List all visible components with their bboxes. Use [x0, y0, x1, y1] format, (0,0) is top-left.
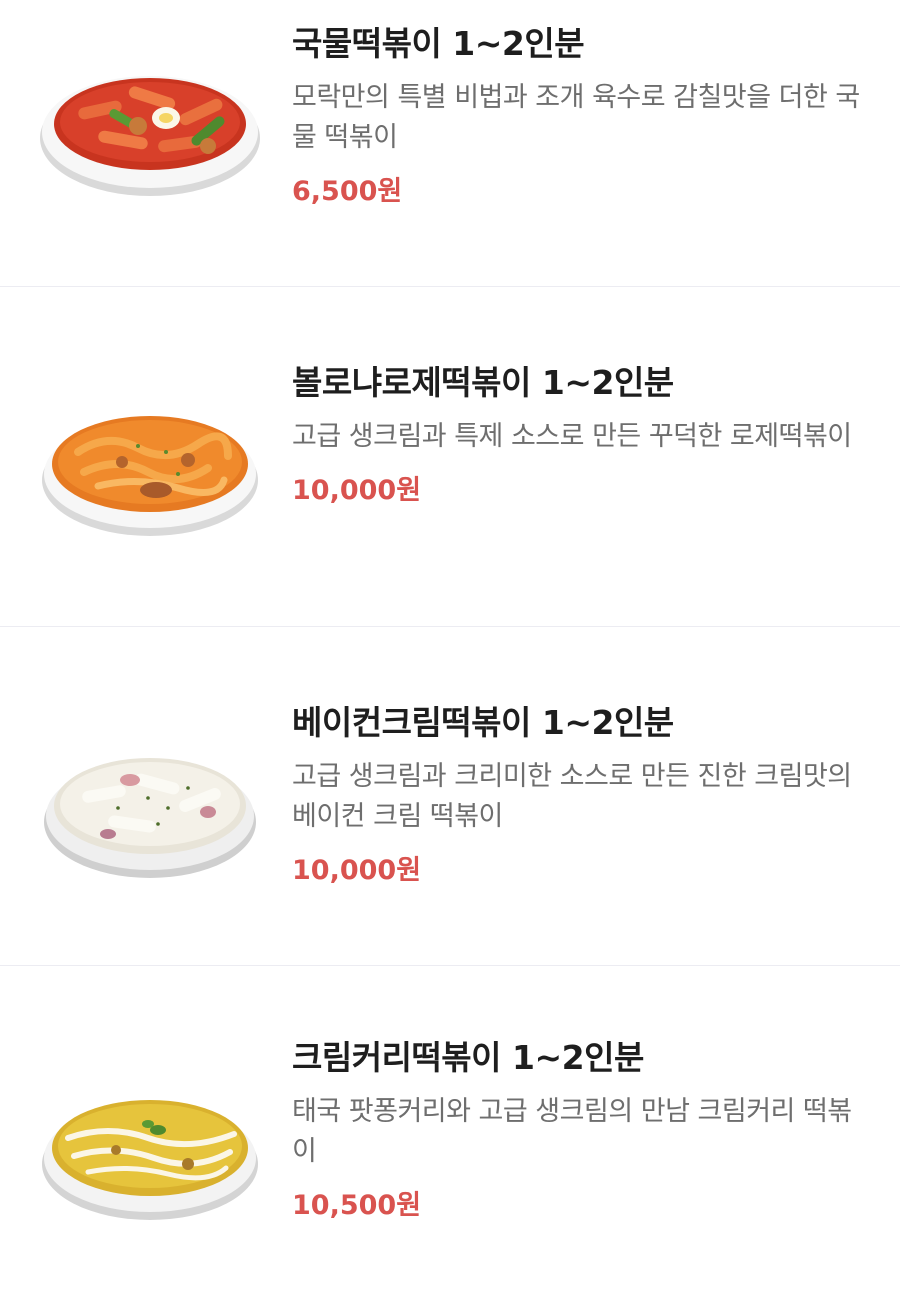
menu-item-description: 고급 생크림과 특제 소스로 만든 꾸덕한 로제떡볶이 — [292, 421, 852, 452]
menu-item-info: 베이컨크림떡볶이 1~2인분 고급 생크림과 크리미한 소스로 만든 진한 크림… — [292, 701, 864, 891]
menu-item-price: 6,500원 — [292, 176, 403, 207]
menu-item-description: 태국 팟퐁커리와 고급 생크림의 만남 크림커리 떡볶이 — [292, 1096, 852, 1167]
menu-item-description: 모락만의 특별 비법과 조개 육수로 감칠맛을 더한 국물 떡볶이 — [292, 82, 860, 153]
menu-item-price: 10,000원 — [292, 855, 422, 886]
bacon-cream-tteokbokki-image — [38, 722, 262, 882]
menu-item-name: 볼로냐로제떡볶이 1~2인분 — [292, 363, 674, 402]
menu-item-cream-curry-tteokbokki[interactable]: 크림커리떡볶이 1~2인분 태국 팟퐁커리와 고급 생크림의 만남 크림커리 떡… — [0, 966, 900, 1304]
menu-item-price: 10,500원 — [292, 1190, 422, 1221]
menu-item-bacon-cream-tteokbokki[interactable]: 베이컨크림떡볶이 1~2인분 고급 생크림과 크리미한 소스로 만든 진한 크림… — [0, 627, 900, 965]
menu-item-name: 베이컨크림떡볶이 1~2인분 — [292, 703, 674, 742]
cream-curry-tteokbokki-image — [38, 1064, 262, 1224]
rose-tteokbokki-image — [38, 382, 262, 542]
menu-list: 국물떡볶이 1~2인분 모락만의 특별 비법과 조개 육수로 감칠맛을 더한 국… — [0, 0, 900, 1254]
menu-item-name: 국물떡볶이 1~2인분 — [292, 24, 585, 63]
menu-item-description: 고급 생크림과 크리미한 소스로 만든 진한 크림맛의 베이컨 크림 떡볶이 — [292, 761, 852, 832]
spicy-soup-tteokbokki-image — [38, 42, 262, 202]
menu-item-info: 국물떡볶이 1~2인분 모락만의 특별 비법과 조개 육수로 감칠맛을 더한 국… — [292, 22, 864, 212]
menu-item-info: 볼로냐로제떡볶이 1~2인분 고급 생크림과 특제 소스로 만든 꾸덕한 로제떡… — [292, 361, 864, 511]
menu-item-name: 크림커리떡볶이 1~2인분 — [292, 1038, 644, 1077]
menu-item-info: 크림커리떡볶이 1~2인분 태국 팟퐁커리와 고급 생크림의 만남 크림커리 떡… — [292, 1036, 864, 1226]
menu-item-price: 10,000원 — [292, 475, 422, 506]
menu-item-rose-tteokbokki[interactable]: 볼로냐로제떡볶이 1~2인분 고급 생크림과 특제 소스로 만든 꾸덕한 로제떡… — [0, 287, 900, 625]
